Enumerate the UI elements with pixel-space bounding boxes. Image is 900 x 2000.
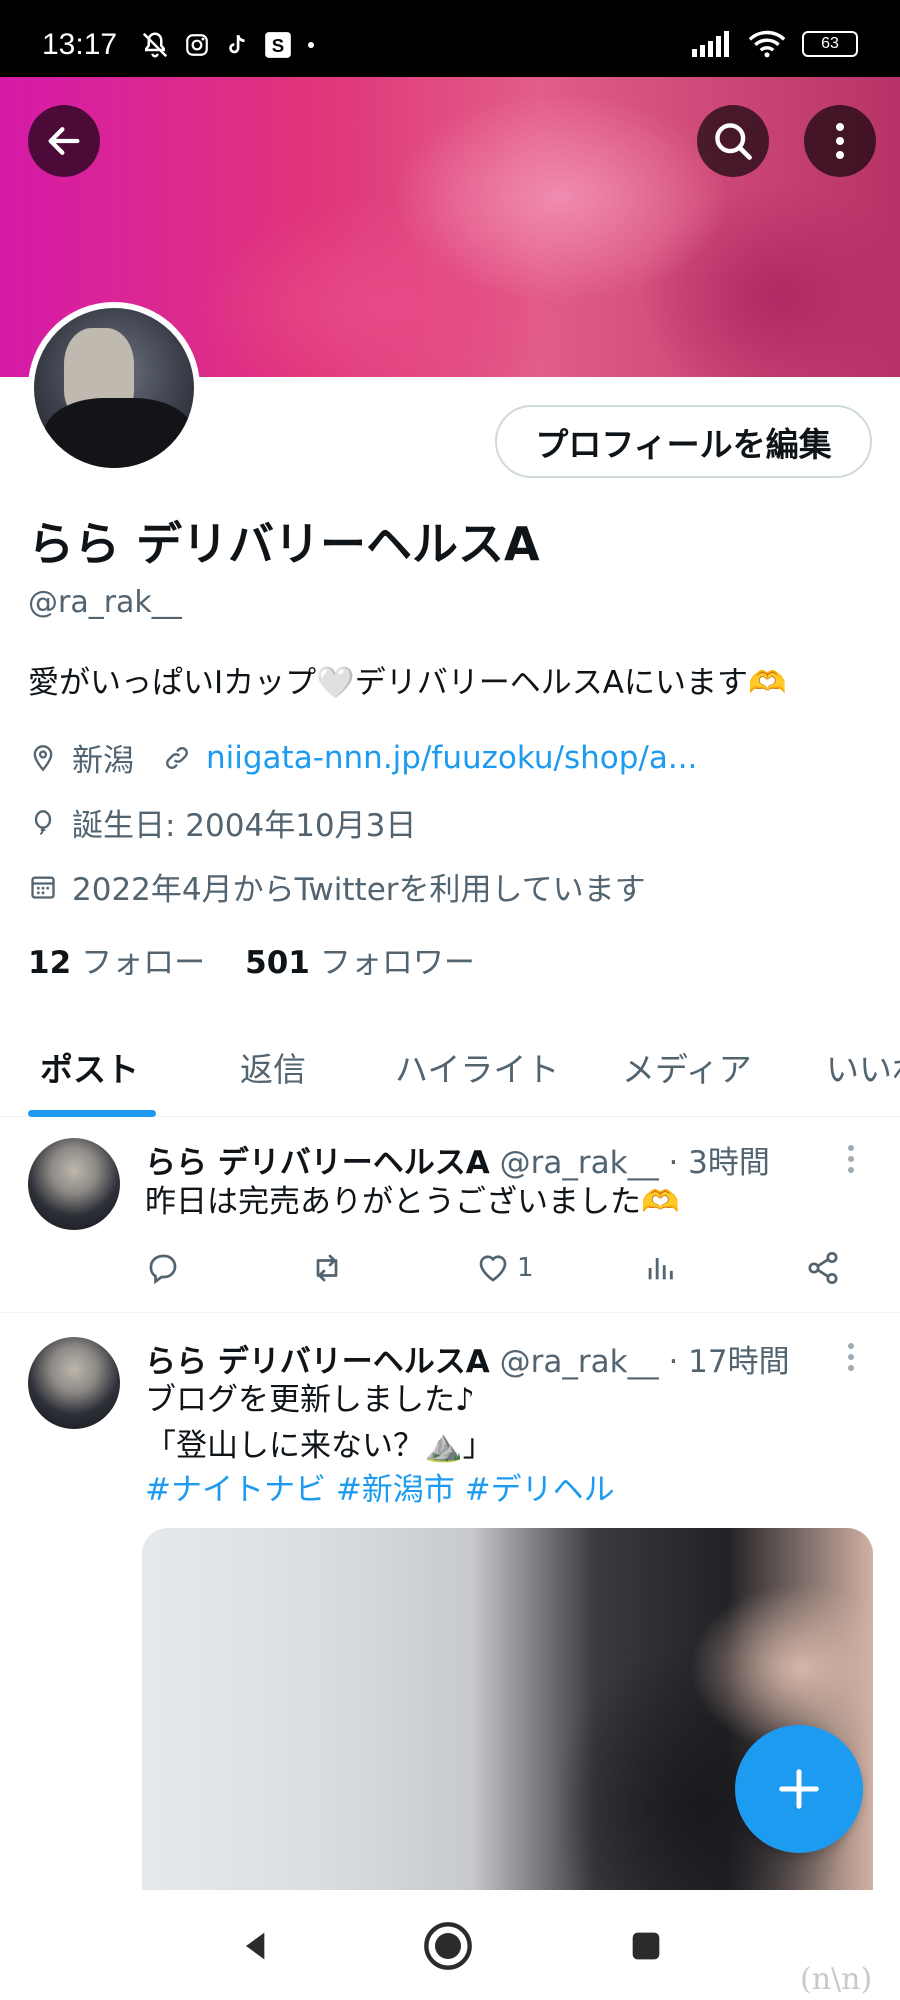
- tweet-author-name[interactable]: らら デリバリーヘルスA: [145, 1344, 490, 1380]
- reply-button[interactable]: [145, 1250, 181, 1286]
- nav-home-icon[interactable]: [420, 1918, 476, 1974]
- profile-bio: 愛がいっぱいIカップ🤍デリバリーヘルスAにいます🫶: [28, 665, 787, 701]
- reply-icon: [149, 1254, 177, 1285]
- share-button[interactable]: [805, 1250, 841, 1286]
- active-tab-indicator: [28, 1110, 156, 1117]
- back-button[interactable]: [28, 105, 100, 177]
- tweet-time: · 17時間: [668, 1344, 790, 1380]
- tweet-time: · 3時間: [668, 1145, 770, 1181]
- tab-likes[interactable]: いいね: [826, 1043, 900, 1091]
- location-pin-icon: [28, 743, 58, 773]
- balloon-icon: [28, 808, 58, 838]
- arrow-left-icon: [48, 127, 80, 155]
- edit-profile-button[interactable]: プロフィールを編集: [495, 405, 872, 478]
- muted-bell-icon: [142, 32, 168, 58]
- svg-text:S: S: [272, 35, 284, 56]
- joined-row: 2022年4月からTwitterを利用しています: [28, 864, 646, 909]
- tab-posts[interactable]: ポスト: [40, 1043, 139, 1091]
- tweet-more-icon[interactable]: [848, 1343, 858, 1376]
- instagram-icon: [186, 34, 208, 56]
- wifi-icon: [748, 30, 786, 58]
- tweet-author-handle: @ra_rak__: [499, 1344, 659, 1380]
- followers-label: フォロワー: [319, 945, 475, 981]
- battery-icon: 63: [802, 31, 858, 57]
- display-name: らら デリバリーヘルスA: [28, 517, 540, 571]
- tweet-hashtags[interactable]: #ナイトナビ #新潟市 #デリヘル: [145, 1468, 615, 1512]
- system-nav-bar: [0, 1890, 900, 2000]
- tweet-actions: 1: [145, 1250, 845, 1290]
- heart-icon: [479, 1255, 507, 1282]
- tweet-author-handle: @ra_rak__: [499, 1145, 659, 1181]
- more-vertical-icon: [836, 123, 844, 159]
- tweet-author-name[interactable]: らら デリバリーヘルスA: [145, 1145, 490, 1181]
- search-button[interactable]: [697, 105, 769, 177]
- compose-button[interactable]: [735, 1725, 863, 1853]
- profile-handle: @ra_rak__: [28, 585, 182, 620]
- tweet-more-icon[interactable]: [848, 1145, 858, 1178]
- status-icons-right: 63: [692, 30, 858, 58]
- tab-highlights[interactable]: ハイライト: [395, 1043, 559, 1091]
- repost-icon: [316, 1254, 338, 1282]
- tweet-text-line: 「登山しに来ない？⛰️」: [145, 1428, 494, 1464]
- birthday-row: 誕生日: 2004年10月3日: [28, 800, 416, 845]
- share-icon: [808, 1251, 838, 1285]
- repost-button[interactable]: [307, 1250, 347, 1286]
- calendar-icon: [28, 872, 58, 902]
- tweet-avatar[interactable]: [28, 1337, 120, 1429]
- like-count: 1: [517, 1253, 534, 1283]
- joined-text: 2022年4月からTwitterを利用しています: [72, 872, 646, 908]
- plus-icon: [779, 1769, 819, 1809]
- watermark: (n\n): [800, 1962, 873, 1997]
- status-time: 13:17: [42, 28, 118, 61]
- nav-recents-icon[interactable]: [618, 1918, 674, 1974]
- status-icons-left: S: [140, 30, 316, 60]
- website-link[interactable]: niigata-nnn.jp/fuuzoku/shop/a...: [206, 740, 697, 776]
- tweet-divider: [0, 1312, 900, 1313]
- like-button[interactable]: 1: [475, 1250, 534, 1286]
- tab-media[interactable]: メディア: [622, 1043, 752, 1091]
- link-icon: [162, 743, 192, 773]
- tweet-header: らら デリバリーヘルスA @ra_rak__ · 17時間: [145, 1336, 790, 1381]
- follow-stats: 12 フォロー 501 フォロワー: [28, 937, 475, 982]
- followers-count: 501: [245, 945, 310, 981]
- followers-link[interactable]: 501 フォロワー: [245, 937, 475, 982]
- views-button[interactable]: [643, 1250, 677, 1286]
- location-text: 新潟: [72, 743, 134, 779]
- tab-replies[interactable]: 返信: [240, 1043, 306, 1091]
- profile-avatar[interactable]: [28, 302, 200, 474]
- dot-icon: [308, 42, 314, 48]
- location-website-row: 新潟 niigata-nnn.jp/fuuzoku/shop/a...: [28, 735, 697, 780]
- birthday-text: 誕生日: 2004年10月3日: [72, 808, 417, 844]
- tiktok-icon: [229, 34, 245, 54]
- following-link[interactable]: 12 フォロー: [28, 937, 205, 982]
- analytics-icon: [648, 1258, 673, 1280]
- signal-icon: [692, 31, 729, 57]
- nav-back-icon[interactable]: [228, 1918, 284, 1974]
- following-count: 12: [28, 945, 72, 981]
- tweet-avatar[interactable]: [28, 1138, 120, 1230]
- s-app-icon: S: [265, 32, 291, 58]
- search-icon: [715, 123, 752, 160]
- tweet-text-line: ブログを更新しました♪: [145, 1382, 475, 1418]
- tweet-header: らら デリバリーヘルスA @ra_rak__ · 3時間: [145, 1137, 770, 1182]
- status-bar: 13:17 S 63: [0, 0, 900, 77]
- tweet-text: 昨日は完売ありがとうございました🫶: [145, 1184, 680, 1220]
- following-label: フォロー: [81, 945, 206, 981]
- more-button[interactable]: [804, 105, 876, 177]
- profile-tabs: ポスト 返信 ハイライト メディア いいね: [0, 1005, 900, 1117]
